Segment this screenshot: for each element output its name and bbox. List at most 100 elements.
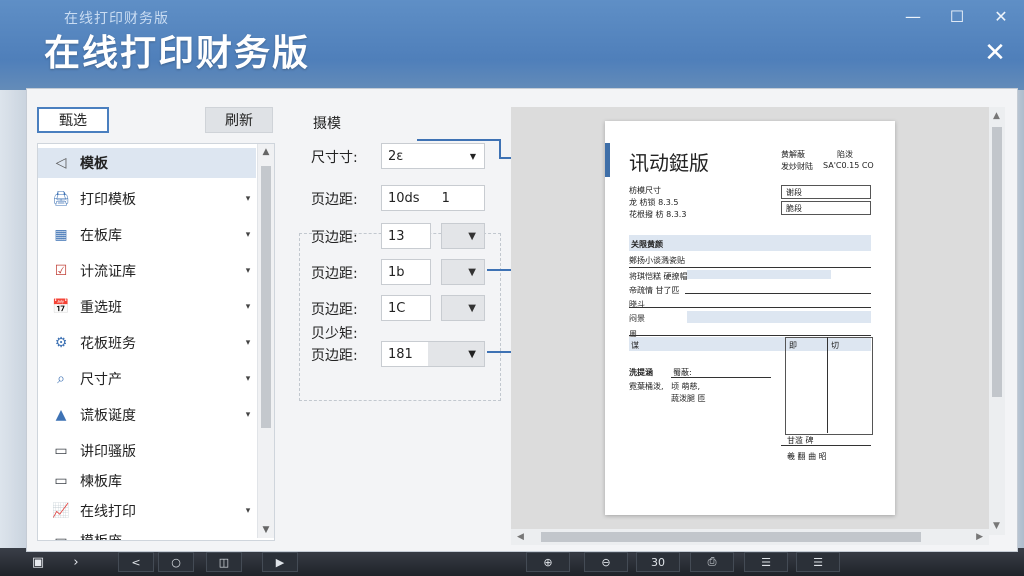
chevron-down-icon: ▼ — [469, 151, 476, 161]
document-title: 讯动鋌版 — [629, 151, 709, 175]
tree-item[interactable]: ⚙ 花板班务 ▾ — [38, 328, 256, 358]
section-row-2: 将琪恺糕 硬撩帽 — [629, 272, 688, 281]
tree-item[interactable]: ▭ 讲印骚版 — [38, 436, 256, 466]
refresh-button[interactable]: 刷新 — [205, 107, 273, 133]
margin-value-3: 1b — [388, 264, 405, 280]
forward-icon[interactable]: › — [66, 552, 86, 572]
section-title: 关限黄颜 — [631, 240, 663, 249]
search-icon: ⌕ — [57, 371, 65, 387]
tree-item[interactable]: 📅 重选班 ▾ — [38, 292, 256, 322]
taskbar-key[interactable]: ☰ — [744, 552, 788, 572]
doc-subtitle-1: 枋模尺寸 — [629, 186, 661, 195]
tree-item[interactable]: ▦ 在板库 ▾ — [38, 220, 256, 250]
calendar-icon: 📅 — [52, 299, 70, 315]
margin-input-2[interactable]: 13 — [381, 223, 431, 249]
close-button[interactable]: ✕ — [990, 6, 1012, 26]
select-button[interactable]: 甄选 — [37, 107, 109, 133]
scroll-thumb[interactable] — [992, 127, 1002, 397]
chevron-down-icon[interactable]: ▾ — [240, 266, 256, 276]
template-tree: ◁ 模板 🖨 打印模板 ▾ ▦ 在板库 ▾ ☑ 计流证库 ▾ 📅 重选班 ▾ ⚙ 花板班务 ▾ ⌕ 尺寸产 ▾ ▲ 谎板诞… — [37, 143, 275, 541]
warning-icon: ▲ — [55, 407, 67, 423]
chevron-down-icon[interactable]: ▾ — [240, 194, 256, 204]
settings-title: 摄模 — [313, 116, 341, 132]
taskbar-key[interactable]: ⊕ — [526, 552, 570, 572]
connector-line — [417, 139, 499, 141]
scroll-right-icon[interactable]: ▶ — [976, 532, 983, 542]
tree-item[interactable]: ▲ 谎板诞度 ▾ — [38, 400, 256, 430]
header-right-label: 黄解蔽 — [781, 150, 805, 159]
margin-input-3[interactable]: 1b — [381, 259, 431, 285]
chevron-down-icon[interactable]: ▾ — [240, 374, 256, 384]
chevron-down-icon[interactable]: ▾ — [240, 506, 256, 516]
header-right-label-2: 发炒财陆 — [781, 162, 813, 171]
divider — [629, 307, 871, 308]
doc-field-box-2: 脆段 — [781, 201, 871, 215]
scroll-thumb[interactable] — [541, 532, 921, 542]
document-page: 讯动鋌版 黄解蔽 陷泼 发炒财陆 SA'C0.15 CO 枋模尺寸 龙 枋锁 8… — [605, 121, 895, 515]
taskbar-key[interactable]: ○ — [158, 552, 194, 572]
tree-item[interactable]: ⌕ 尺寸产 ▾ — [38, 364, 256, 394]
scroll-left-icon[interactable]: ◀ — [517, 532, 524, 542]
preview-horizontal-scrollbar[interactable]: ◀ ▶ — [511, 529, 989, 545]
margin-dropdown-4[interactable]: ▼ — [441, 295, 485, 321]
scroll-up-icon[interactable]: ▲ — [258, 144, 274, 160]
margin-input-1[interactable]: 10ds 1 — [381, 185, 485, 211]
connector-line — [499, 139, 501, 159]
section-row-1: 鄭扬小谈溅瓷贴 — [629, 256, 685, 265]
tree-item[interactable]: 📈 在线打印 ▾ — [38, 496, 256, 526]
highlight-bar — [687, 311, 871, 323]
main-window: 甄选 刷新 ◁ 模板 🖨 打印模板 ▾ ▦ 在板库 ▾ ☑ 计流证库 ▾ 📅 重选班 ▾ ⚙ 花板班务 ▾ ⌕ 尺寸… — [26, 88, 1018, 552]
tree-item[interactable]: ☑ 计流证库 ▾ — [38, 256, 256, 286]
taskbar-key[interactable]: < — [118, 552, 154, 572]
margin-label-1: 页边距: — [311, 192, 358, 208]
taskbar-key[interactable]: 30 — [636, 552, 680, 572]
scroll-down-icon[interactable]: ▼ — [258, 522, 274, 538]
divider — [781, 445, 871, 446]
close-dialog-button[interactable]: ✕ — [982, 38, 1008, 68]
min-margin-label: 贝少矩: — [311, 326, 358, 342]
chevron-down-icon[interactable]: ▾ — [240, 302, 256, 312]
taskbar-key[interactable]: ⊖ — [584, 552, 628, 572]
tree-item-label: 模板庞 — [80, 531, 256, 540]
margin-label-3: 页边距: — [311, 266, 358, 282]
folder-icon: ▭ — [54, 533, 68, 541]
margin-dropdown-3[interactable]: ▼ — [441, 259, 485, 285]
size-select[interactable]: 2ε ▼ — [381, 143, 485, 169]
margin-dropdown-2[interactable]: ▼ — [441, 223, 485, 249]
chevron-down-icon: ▼ — [468, 302, 476, 314]
tree-item-label: 尺寸产 — [80, 372, 122, 388]
signature-2: 羲 翻 曲 昭 — [787, 452, 827, 461]
tree-item[interactable]: 🖨 打印模板 ▾ — [38, 184, 256, 214]
home-icon[interactable]: ▣ — [28, 552, 48, 572]
doc-subtitle-3: 花根撥 枋 8.3.3 — [629, 210, 687, 219]
margin-input-5[interactable]: 181 ▼ — [381, 341, 485, 367]
tree-item-label: 模板 — [80, 156, 108, 172]
tree-item-label: 讲印骚版 — [80, 444, 136, 460]
doc-subtitle-2: 龙 枋锁 8.3.5 — [629, 198, 679, 207]
tree-item[interactable]: ◁ 模板 — [38, 148, 256, 178]
minimize-button[interactable]: — — [902, 6, 924, 26]
scroll-down-icon[interactable]: ▼ — [993, 521, 1000, 531]
tree-item-label: 谎板诞度 — [80, 408, 136, 424]
chevron-down-icon[interactable]: ▾ — [240, 230, 256, 240]
divider — [671, 377, 771, 378]
scroll-thumb[interactable] — [261, 166, 271, 428]
template-icon: ◁ — [55, 155, 67, 171]
taskbar-key[interactable]: ⎙ — [690, 552, 734, 572]
preview-vertical-scrollbar[interactable]: ▲ ▼ — [989, 107, 1005, 535]
tree-scrollbar[interactable]: ▲ ▼ — [257, 144, 274, 538]
footer-label: 洗提涵 — [629, 368, 653, 377]
tree-item[interactable]: ▭ 楝板库 — [38, 466, 256, 496]
margin-label-5: 页边距: — [311, 348, 358, 364]
margin-input-4[interactable]: 1C — [381, 295, 431, 321]
tree-item[interactable]: ▭ 模板庞 — [38, 526, 256, 541]
taskbar-key[interactable]: ☰ — [796, 552, 840, 572]
scroll-up-icon[interactable]: ▲ — [993, 111, 1000, 121]
taskbar-key[interactable]: ◫ — [206, 552, 242, 572]
maximize-button[interactable]: ☐ — [946, 6, 968, 26]
footer-line-2: 顷 萌慈, — [671, 382, 701, 391]
taskbar-key[interactable]: ▶ — [262, 552, 298, 572]
print-template-icon: 🖨 — [52, 191, 70, 207]
chevron-down-icon[interactable]: ▾ — [240, 338, 256, 348]
chevron-down-icon[interactable]: ▾ — [240, 410, 256, 420]
